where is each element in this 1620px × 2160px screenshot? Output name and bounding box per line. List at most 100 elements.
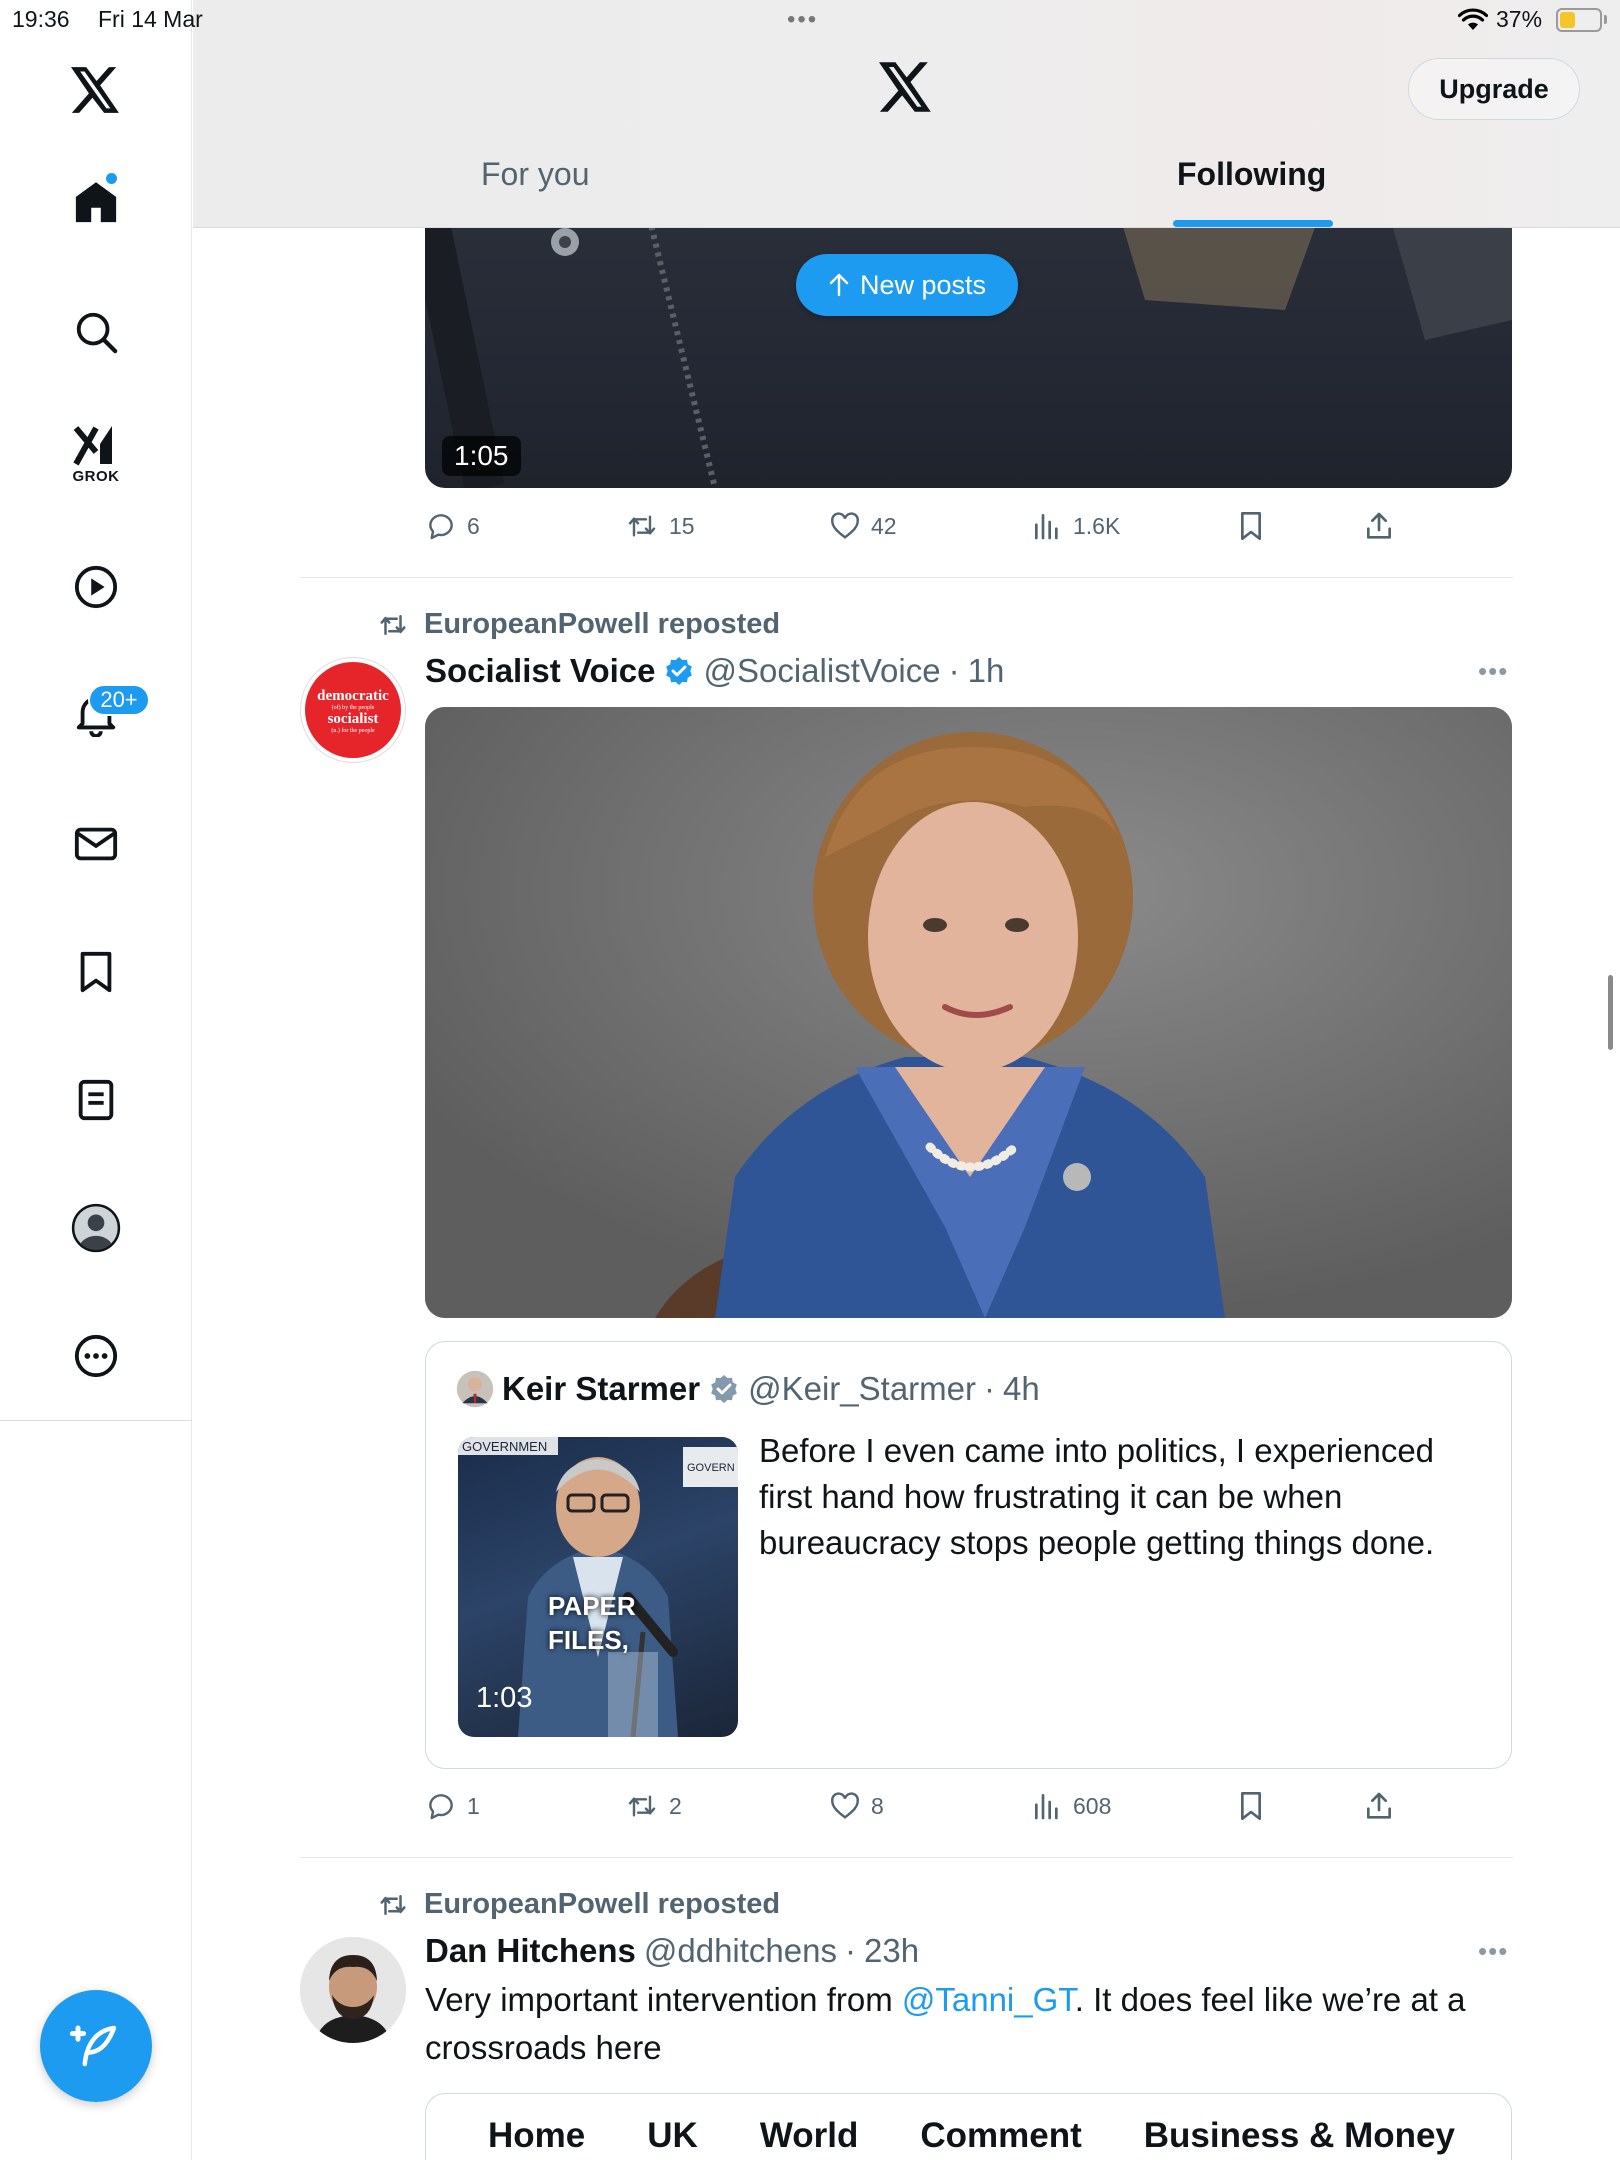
- link-preview-card[interactable]: Home UK World Comment Business & Money: [425, 2093, 1512, 2160]
- sidebar-item-lists[interactable]: [60, 1064, 132, 1136]
- heart-icon: [831, 1792, 859, 1819]
- share-button[interactable]: [1363, 1790, 1395, 1822]
- bookmark-icon: [80, 951, 112, 993]
- sidebar-item-home[interactable]: [60, 166, 132, 238]
- verified-badge-icon: [666, 657, 693, 685]
- sidebar-item-bookmarks[interactable]: [60, 936, 132, 1008]
- post-time[interactable]: 23h: [864, 1932, 919, 1970]
- sidebar-item-profile[interactable]: [60, 1192, 132, 1264]
- new-posts-label: New posts: [859, 269, 987, 300]
- like-button[interactable]: 8: [829, 1790, 884, 1822]
- repost-context[interactable]: EuropeanPowell reposted: [376, 608, 780, 641]
- avatar-photo: [300, 1937, 406, 2043]
- tab-for-you[interactable]: For you: [481, 156, 589, 193]
- quoted-post[interactable]: Keir Starmer @Keir_Starmer · 4h GOVERNME…: [425, 1341, 1512, 1769]
- compose-post-button[interactable]: [40, 1990, 152, 2102]
- avatar-text-line: socialist: [327, 711, 379, 727]
- view-count: 608: [1073, 1792, 1112, 1819]
- repost-icon: [628, 515, 656, 537]
- share-button[interactable]: [1363, 510, 1395, 542]
- active-tab-indicator: [1173, 220, 1333, 227]
- quoted-video-thumbnail[interactable]: GOVERNMEN GOVERN PAPER FILES, 1:03: [458, 1437, 738, 1737]
- post-author[interactable]: Dan Hitchens @ddhitchens · 23h: [425, 1932, 919, 1970]
- author-handle: @ddhitchens: [643, 1932, 837, 1969]
- upgrade-button[interactable]: Upgrade: [1408, 58, 1580, 120]
- like-button[interactable]: 42: [829, 510, 897, 542]
- post-text-part: Very important intervention from: [425, 1981, 902, 2018]
- new-posts-button[interactable]: New posts: [796, 254, 1018, 316]
- sidebar-item-more[interactable]: [60, 1320, 132, 1392]
- view-count: 1.6K: [1073, 512, 1121, 539]
- mail-icon: [74, 827, 118, 861]
- reply-icon: [429, 514, 453, 540]
- portrait-photo: [425, 707, 1512, 1318]
- author-name[interactable]: Socialist Voice: [425, 652, 655, 690]
- post-author[interactable]: Socialist Voice @SocialistVoice · 1h: [425, 652, 1004, 690]
- x-logo-icon[interactable]: [879, 62, 933, 117]
- repost-context[interactable]: EuropeanPowell reposted: [376, 1888, 780, 1921]
- home-icon: [75, 182, 117, 223]
- status-time: 19:36: [12, 6, 70, 32]
- thumbnail-sign-right: GOVERN: [687, 1462, 735, 1474]
- avatar-text-line: democratic: [317, 688, 389, 704]
- sidebar: GROK 20+: [0, 0, 192, 2160]
- share-icon: [1367, 512, 1391, 539]
- multitasking-dots-icon[interactable]: •••: [787, 6, 818, 34]
- embed-nav-item: UK: [647, 2116, 698, 2155]
- embed-nav-item: World: [759, 2116, 859, 2155]
- embedded-site-nav: Home UK World Comment Business & Money: [488, 2116, 1455, 2156]
- quoted-author[interactable]: Keir Starmer @Keir_Starmer · 4h: [456, 1370, 1040, 1408]
- sidebar-item-search[interactable]: [60, 296, 132, 368]
- quoted-author-handle: @Keir_Starmer: [748, 1370, 976, 1407]
- post-time[interactable]: 1h: [968, 652, 1005, 690]
- author-handle: @SocialistVoice: [703, 652, 941, 689]
- reply-button[interactable]: 6: [425, 510, 480, 542]
- sidebar-item-grok[interactable]: GROK: [60, 418, 132, 490]
- bookmark-button[interactable]: [1235, 1790, 1267, 1822]
- video-duration: 1:05: [442, 436, 521, 476]
- post-text: Very important intervention from @Tanni_…: [425, 1976, 1525, 2072]
- sidebar-item-messages[interactable]: [60, 808, 132, 880]
- more-options-icon[interactable]: •••: [1478, 1936, 1508, 1967]
- views-button[interactable]: 608: [1031, 1790, 1111, 1822]
- avatar[interactable]: [300, 1937, 406, 2043]
- post-image[interactable]: [425, 707, 1512, 1318]
- video-player[interactable]: 1:05: [425, 200, 1512, 488]
- like-count: 8: [871, 1792, 884, 1819]
- verified-badge-icon: [711, 1375, 737, 1403]
- repost-button[interactable]: 2: [625, 1790, 682, 1822]
- reply-button[interactable]: 1: [425, 1790, 480, 1822]
- status-bar: 19:36 Fri 14 Mar ••• 37%: [0, 0, 1620, 40]
- repost-button[interactable]: 15: [625, 510, 695, 542]
- avatar[interactable]: democratic (of) by the people socialist …: [300, 657, 406, 763]
- x-logo-icon[interactable]: [60, 54, 132, 126]
- repost-icon: [380, 614, 406, 635]
- search-icon: [76, 312, 118, 354]
- status-date: Fri 14 Mar: [98, 6, 203, 32]
- views-chart-icon: [1035, 1794, 1058, 1820]
- battery-icon: [1556, 8, 1602, 32]
- grok-label: GROK: [72, 467, 120, 485]
- battery-percent: 37%: [1496, 6, 1543, 32]
- video-duration: 1:03: [476, 1682, 533, 1714]
- compose-feather-icon: [69, 2025, 117, 2067]
- views-chart-icon: [1035, 514, 1058, 540]
- bookmark-button[interactable]: [1235, 510, 1267, 542]
- bookmark-icon: [1241, 512, 1261, 540]
- tab-following[interactable]: Following: [1177, 156, 1326, 193]
- repost-icon: [628, 1795, 656, 1817]
- author-name[interactable]: Dan Hitchens: [425, 1932, 636, 1970]
- more-options-icon[interactable]: •••: [1478, 656, 1508, 687]
- repost-count: 2: [669, 1792, 682, 1819]
- scrollbar[interactable]: [1608, 975, 1613, 1050]
- views-button[interactable]: 1.6K: [1031, 510, 1120, 542]
- bookmark-icon: [1241, 1792, 1261, 1820]
- sidebar-item-video[interactable]: [60, 551, 132, 623]
- post-actions: 1 2 8 608: [425, 1790, 1425, 1830]
- grok-icon: [73, 425, 112, 465]
- mention-link[interactable]: @Tanni_GT: [902, 1981, 1075, 2018]
- repost-context-label: EuropeanPowell reposted: [424, 608, 781, 640]
- thumbnail-sign-left: GOVERNMEN: [462, 1439, 547, 1454]
- reply-icon: [429, 1794, 453, 1820]
- wifi-icon: [1457, 8, 1489, 37]
